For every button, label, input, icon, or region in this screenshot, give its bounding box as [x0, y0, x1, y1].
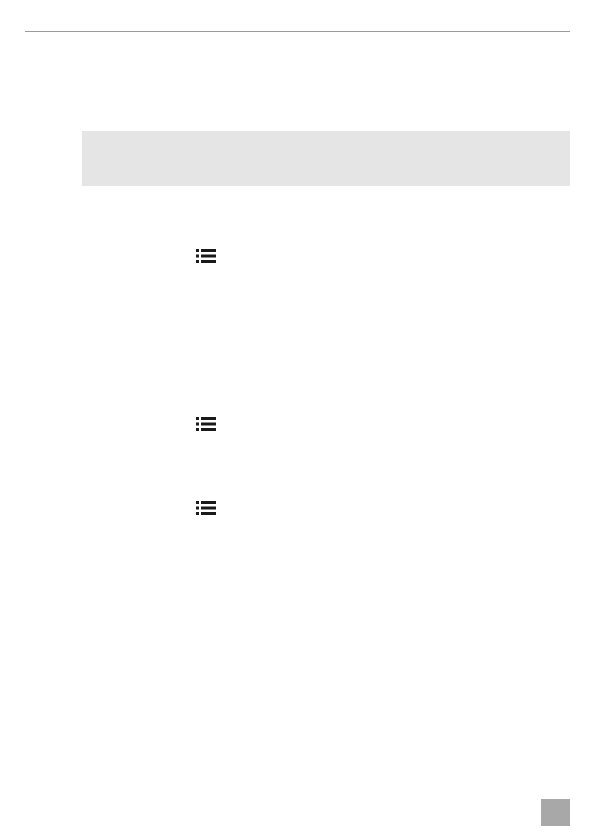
list-icon	[196, 417, 216, 431]
page-number-tab	[541, 799, 570, 826]
header-divider	[25, 31, 570, 32]
list-icon	[196, 249, 216, 263]
note-box	[82, 131, 570, 186]
list-icon	[196, 501, 216, 515]
